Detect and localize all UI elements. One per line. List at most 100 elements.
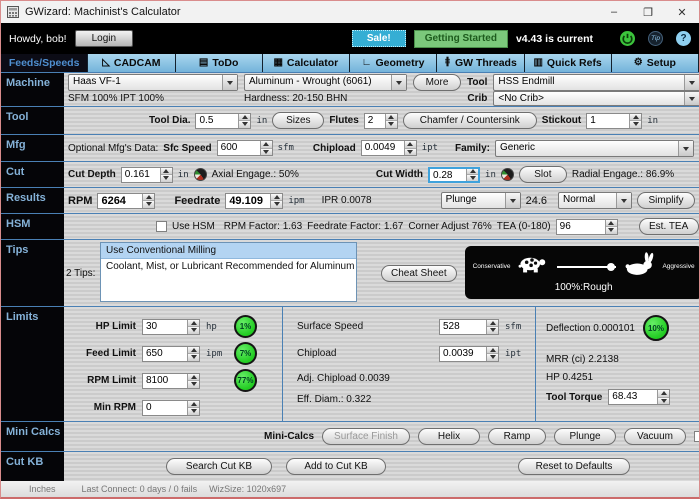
spin-down-icon[interactable] bbox=[658, 397, 670, 404]
more-button[interactable]: More bbox=[413, 74, 461, 91]
tab-calculator[interactable]: ▦ Calculator bbox=[262, 54, 350, 72]
minimize-button[interactable]: – bbox=[597, 1, 631, 23]
mode-select[interactable]: Normal bbox=[558, 192, 632, 209]
flutes-spinner[interactable]: 2 bbox=[363, 112, 398, 129]
plunge-button[interactable]: Plunge bbox=[554, 428, 617, 445]
spin-down-icon[interactable] bbox=[385, 121, 397, 128]
maximize-button[interactable]: ❐ bbox=[631, 1, 665, 23]
feedrate-spinner[interactable]: 49.109 bbox=[225, 192, 284, 209]
spin-up-icon[interactable] bbox=[239, 113, 251, 121]
tab-todo[interactable]: ▤ ToDo bbox=[175, 54, 263, 72]
tab-geometry[interactable]: ∟ Geometry bbox=[350, 54, 438, 72]
spin-down-icon[interactable] bbox=[143, 201, 155, 208]
chevron-down-icon[interactable] bbox=[684, 92, 699, 105]
search-cut-kb-button[interactable]: Search Cut KB bbox=[166, 458, 272, 475]
spin-down-icon[interactable] bbox=[188, 381, 199, 388]
use-hsm-checkbox[interactable] bbox=[156, 221, 167, 232]
spin-down-icon[interactable] bbox=[160, 175, 172, 182]
help-icon[interactable]: ? bbox=[676, 31, 691, 46]
spin-up-icon[interactable] bbox=[487, 346, 498, 354]
aggressiveness-slider-track[interactable] bbox=[556, 262, 617, 271]
material-select[interactable]: Aluminum - Wrought (6061) bbox=[244, 74, 407, 91]
spin-down-icon[interactable] bbox=[188, 327, 199, 334]
spin-down-icon[interactable] bbox=[487, 327, 498, 334]
chevron-down-icon[interactable] bbox=[222, 75, 237, 90]
close-button[interactable]: ✕ bbox=[665, 1, 699, 23]
cheat-sheet-button[interactable]: Cheat Sheet bbox=[381, 265, 457, 282]
chevron-down-icon[interactable] bbox=[684, 75, 699, 90]
spin-down-icon[interactable] bbox=[404, 148, 416, 155]
spin-down-icon[interactable] bbox=[260, 148, 272, 155]
spin-up-icon[interactable] bbox=[160, 167, 172, 175]
tips-list[interactable]: Use Conventional Milling Coolant, Mist, … bbox=[100, 242, 357, 302]
spin-up-icon[interactable] bbox=[487, 319, 498, 327]
family-select[interactable]: Generic bbox=[494, 139, 694, 157]
simplify-button[interactable]: Simplify bbox=[637, 192, 695, 209]
add-to-cut-kb-button[interactable]: Add to Cut KB bbox=[286, 458, 386, 475]
cut-depth-spinner[interactable]: 0.161 bbox=[120, 166, 173, 183]
spin-up-icon[interactable] bbox=[188, 400, 199, 408]
spin-up-icon[interactable] bbox=[188, 346, 199, 354]
spin-up-icon[interactable] bbox=[271, 193, 283, 201]
min-rpm-spinner[interactable]: 0 bbox=[142, 399, 200, 416]
spin-up-icon[interactable] bbox=[605, 219, 617, 227]
tip-icon[interactable]: Tip bbox=[648, 31, 663, 46]
rpm-spinner[interactable]: 6264 bbox=[97, 192, 156, 209]
ramp-button[interactable]: Ramp bbox=[488, 428, 547, 445]
spin-down-icon[interactable] bbox=[630, 121, 642, 128]
helix-button[interactable]: Helix bbox=[418, 428, 481, 445]
spin-up-icon[interactable] bbox=[658, 390, 670, 398]
rpm-limit-spinner[interactable]: 8100 bbox=[142, 372, 200, 389]
tool-type-select[interactable]: HSS Endmill bbox=[493, 74, 699, 91]
spin-down-icon[interactable] bbox=[188, 408, 199, 415]
tab-feeds-speeds[interactable]: Feeds/Speeds bbox=[1, 54, 89, 72]
chevron-down-icon[interactable] bbox=[504, 193, 520, 208]
spin-up-icon[interactable] bbox=[188, 373, 199, 381]
spin-up-icon[interactable] bbox=[385, 113, 397, 121]
tab-setup[interactable]: ⚙ Setup bbox=[611, 54, 699, 72]
spin-down-icon[interactable] bbox=[271, 201, 283, 208]
surface-speed-spinner[interactable]: 528 bbox=[439, 318, 499, 335]
tab-quick-refs[interactable]: ▥ Quick Refs bbox=[524, 54, 612, 72]
tool-torque-spinner[interactable]: 68.43 bbox=[608, 389, 671, 405]
machine-select[interactable]: Haas VF-1 bbox=[68, 74, 238, 91]
sfc-speed-spinner[interactable]: 600 bbox=[216, 140, 273, 156]
chevron-down-icon[interactable] bbox=[391, 75, 406, 90]
tab-cadcam[interactable]: ◺ CADCAM bbox=[88, 54, 176, 72]
chevron-down-icon[interactable] bbox=[678, 140, 693, 156]
reset-to-defaults-button[interactable]: Reset to Defaults bbox=[518, 458, 630, 475]
spin-down-icon[interactable] bbox=[188, 354, 199, 361]
plunge-select[interactable]: Plunge bbox=[440, 192, 521, 209]
slider-handle[interactable] bbox=[606, 262, 615, 271]
chevron-down-icon[interactable] bbox=[616, 193, 631, 208]
spin-up-icon[interactable] bbox=[188, 319, 199, 327]
spin-down-icon[interactable] bbox=[487, 354, 498, 361]
chamfer-countersink-button[interactable]: Chamfer / Countersink bbox=[402, 112, 537, 129]
spin-down-icon[interactable] bbox=[605, 227, 617, 234]
hp-limit-spinner[interactable]: 30 bbox=[142, 318, 200, 335]
vacuum-button[interactable]: Vacuum bbox=[624, 428, 687, 445]
sizes-button[interactable]: Sizes bbox=[272, 112, 325, 129]
spin-up-icon[interactable] bbox=[404, 141, 416, 149]
mfg-chipload-spinner[interactable]: 0.0049 bbox=[360, 140, 417, 156]
tool-dia-spinner[interactable]: 0.5 bbox=[195, 112, 252, 129]
login-button[interactable]: Login bbox=[74, 30, 134, 47]
spin-down-icon[interactable] bbox=[467, 175, 479, 181]
chipload-result-spinner[interactable]: 0.0039 bbox=[439, 345, 499, 362]
spin-up-icon[interactable] bbox=[143, 193, 155, 201]
feed-limit-spinner[interactable]: 650 bbox=[142, 345, 200, 362]
tab-gw-threads[interactable]: GW Threads bbox=[437, 54, 525, 72]
power-icon[interactable] bbox=[620, 31, 635, 46]
spin-up-icon[interactable] bbox=[630, 113, 642, 121]
spin-down-icon[interactable] bbox=[239, 121, 251, 128]
list-item[interactable]: Coolant, Mist, or Lubricant Recommended … bbox=[101, 259, 356, 274]
spin-up-icon[interactable] bbox=[260, 141, 272, 149]
list-item[interactable]: Use Conventional Milling bbox=[101, 243, 356, 259]
tsc-checkbox[interactable] bbox=[694, 431, 699, 442]
tea-spinner[interactable]: 96 bbox=[555, 218, 618, 235]
est-tea-button[interactable]: Est. TEA bbox=[638, 218, 699, 235]
cut-width-spinner[interactable]: 0.28 bbox=[428, 166, 481, 183]
getting-started-button[interactable]: Getting Started bbox=[413, 29, 508, 48]
sale-button[interactable]: Sale! bbox=[351, 30, 406, 47]
crib-select[interactable]: <No Crib> bbox=[493, 91, 699, 106]
